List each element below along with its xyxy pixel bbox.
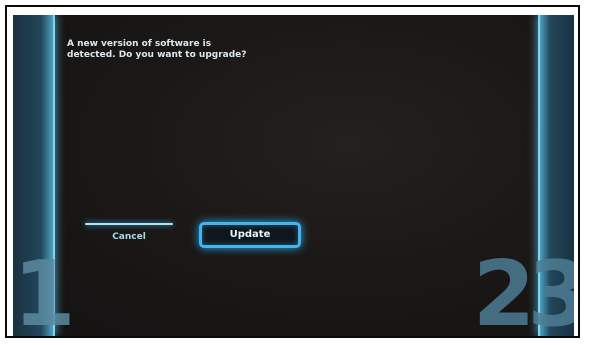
step-indicator-23: 23 xyxy=(472,242,574,337)
step-indicator-1: 1 xyxy=(13,242,76,337)
upgrade-screen: 1 23 A new version of software is detect… xyxy=(13,15,574,336)
upgrade-message: A new version of software is detected. D… xyxy=(67,39,267,61)
tv-screenshot-frame: 1 23 A new version of software is detect… xyxy=(5,5,580,338)
update-button[interactable]: Update xyxy=(199,222,301,248)
cancel-highlight-bar xyxy=(85,223,173,225)
cancel-button[interactable]: Cancel xyxy=(85,219,173,247)
upgrade-message-line-1: A new version of software is xyxy=(67,39,212,49)
upgrade-message-line-2: detected. Do you want to upgrade? xyxy=(67,50,247,60)
cancel-button-label: Cancel xyxy=(112,232,146,242)
